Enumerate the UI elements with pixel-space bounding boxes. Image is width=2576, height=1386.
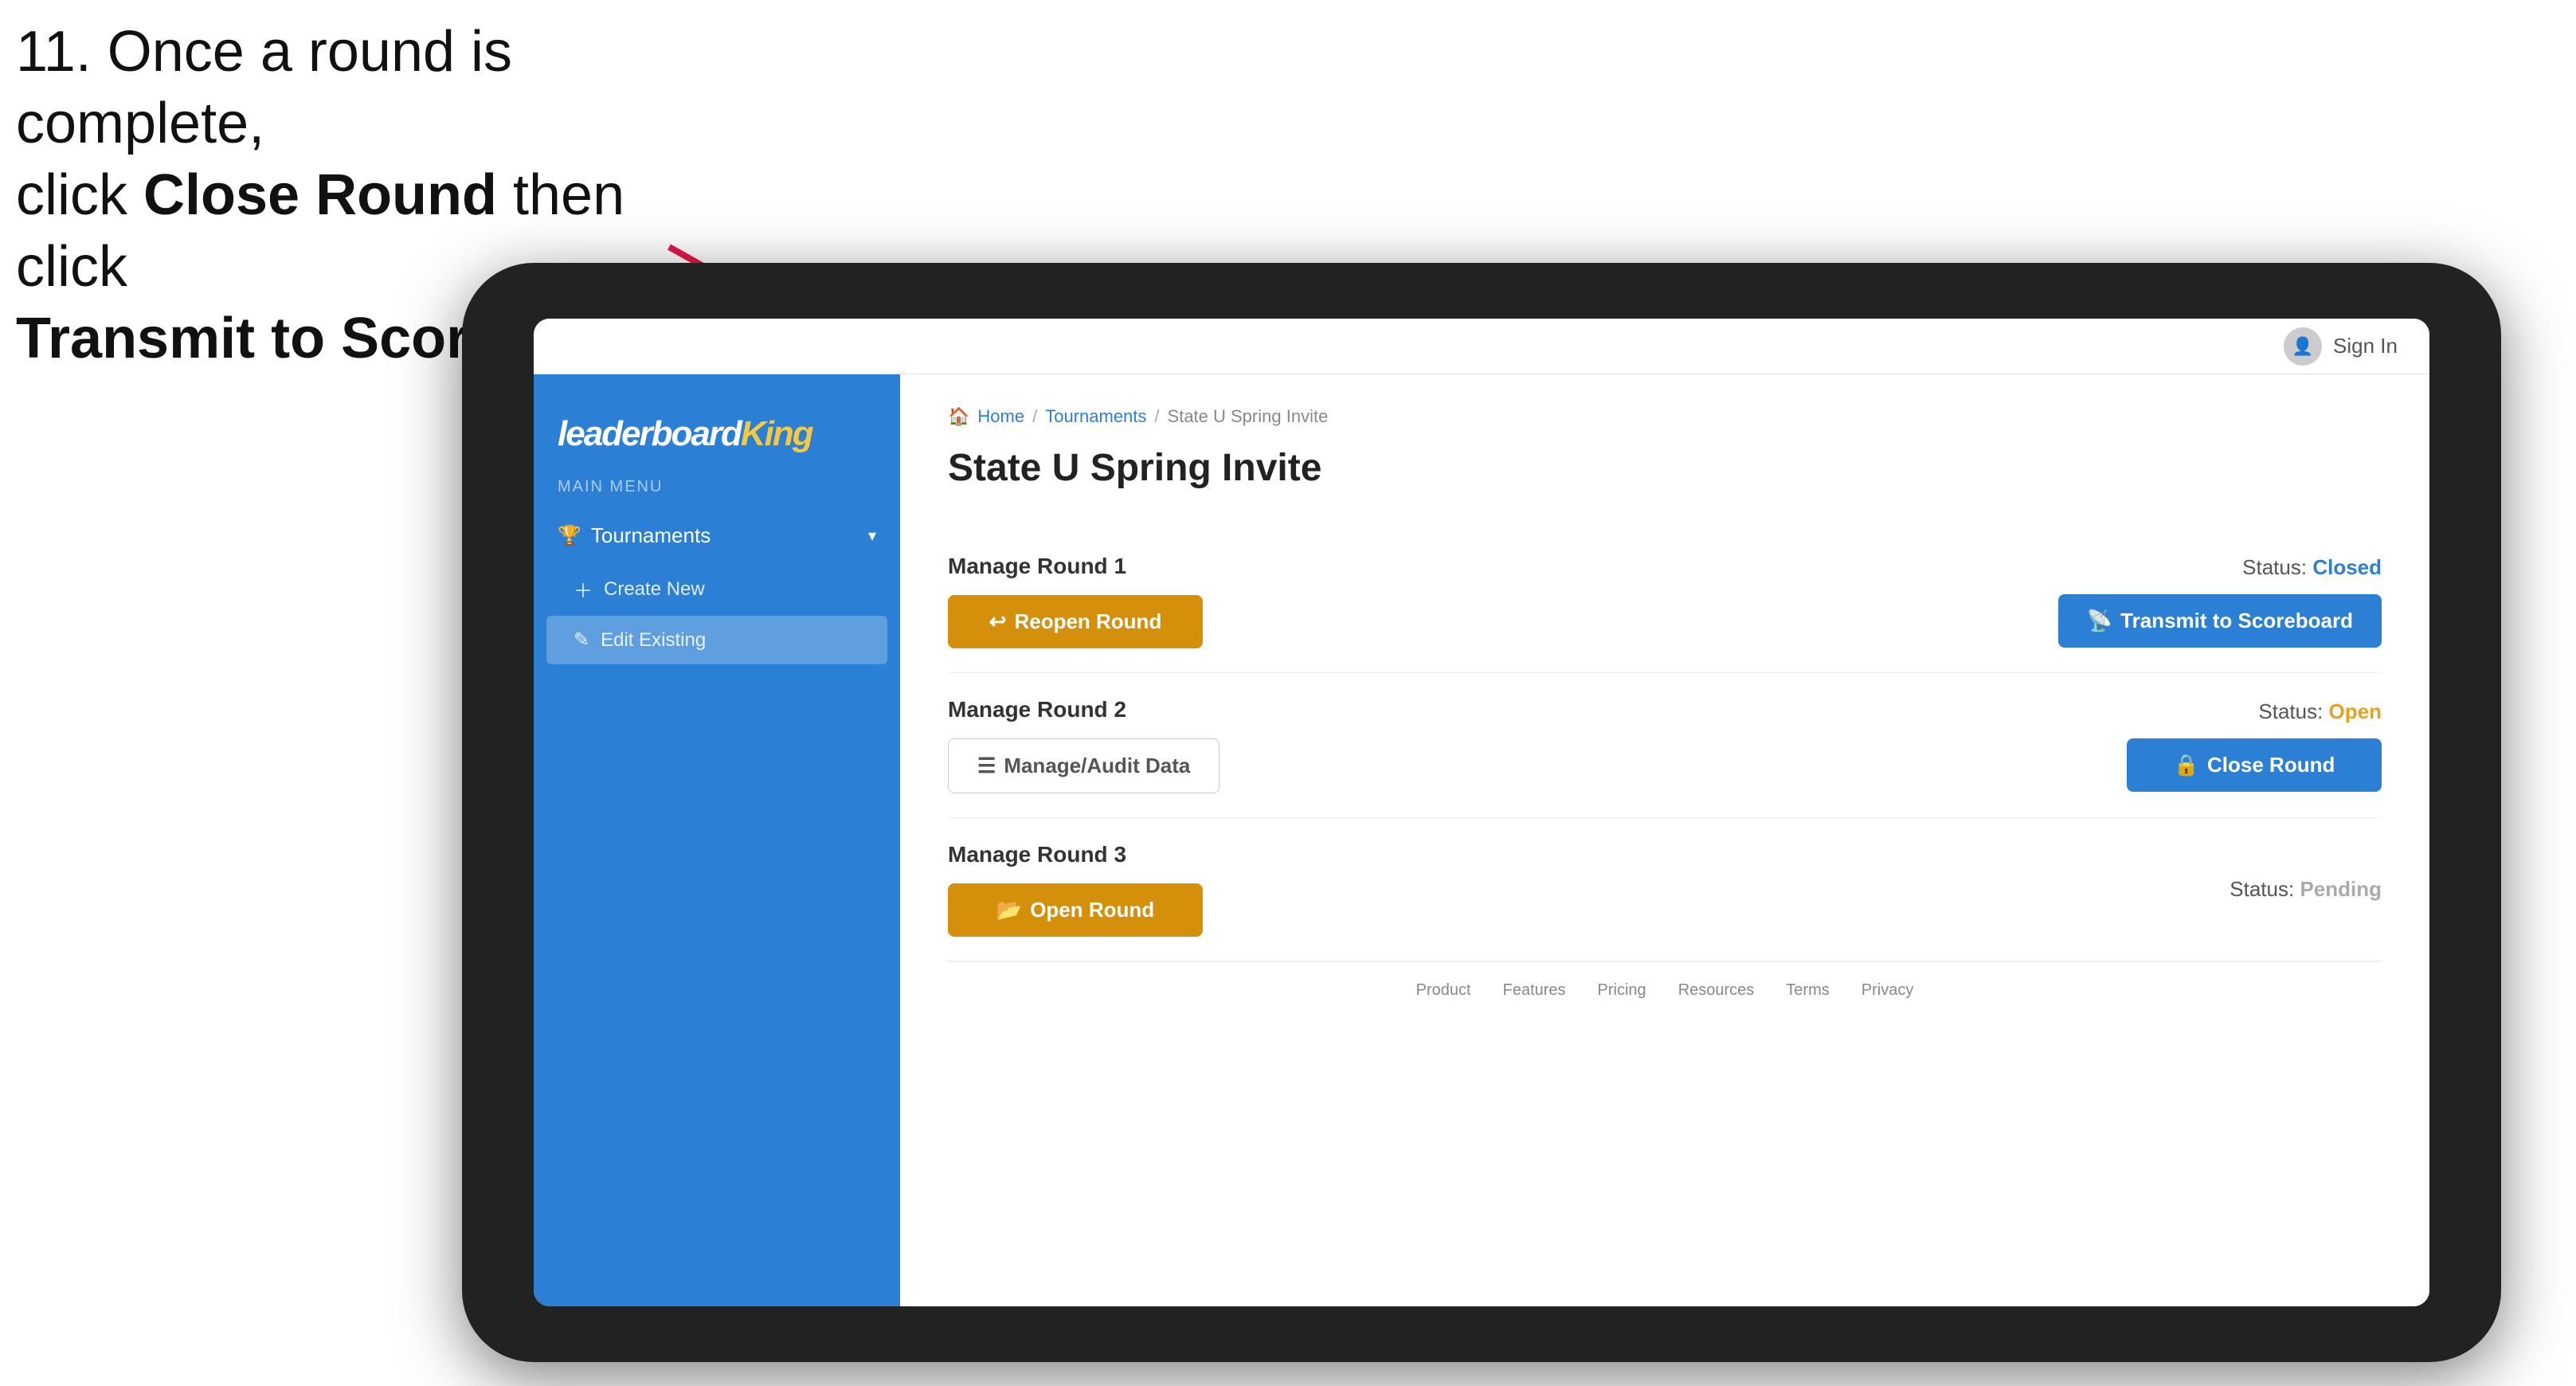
- transmit-to-scoreboard-button[interactable]: 📡 Transmit to Scoreboard: [2058, 594, 2382, 648]
- open-round-button[interactable]: 📂 Open Round: [948, 883, 1203, 937]
- transmit-icon: 📡: [2087, 609, 2112, 633]
- round-2-status: Status: Open: [2258, 699, 2382, 724]
- round-1-title: Manage Round 1: [948, 554, 1203, 579]
- top-bar: 👤 Sign In: [534, 319, 2429, 374]
- trophy-icon: 🏆: [558, 524, 581, 547]
- footer: Product Features Pricing Resources Terms…: [948, 961, 2382, 1019]
- tablet-device: 👤 Sign In leaderboardKing MAIN MENU 🏆 To…: [462, 263, 2501, 1362]
- round-3-status: Status: Pending: [2230, 877, 2382, 902]
- round-1-section: Manage Round 1 ↩ Reopen Round Status: Cl…: [948, 530, 2382, 673]
- avatar: 👤: [2284, 327, 2322, 366]
- instruction-line2: click: [16, 163, 143, 227]
- reopen-icon: ↩: [989, 609, 1007, 634]
- logo: leaderboardKing: [558, 414, 876, 454]
- sidebar: leaderboardKing MAIN MENU 🏆 Tournaments …: [534, 374, 900, 1306]
- footer-features[interactable]: Features: [1503, 981, 1566, 1000]
- open-icon: 📂: [996, 898, 1022, 922]
- round-2-right: Status: Open 🔒 Close Round: [2127, 699, 2382, 792]
- round-3-status-value: Pending: [2300, 877, 2382, 901]
- round-2-status-value: Open: [2329, 699, 2382, 723]
- main-area: leaderboardKing MAIN MENU 🏆 Tournaments …: [534, 374, 2429, 1306]
- footer-terms[interactable]: Terms: [1786, 981, 1829, 1000]
- footer-product[interactable]: Product: [1416, 981, 1471, 1000]
- instruction-bold1: Close Round: [143, 163, 497, 227]
- edit-icon: ✎: [574, 628, 589, 652]
- breadcrumb-home[interactable]: Home: [977, 406, 1024, 427]
- sign-in-label[interactable]: Sign In: [2333, 334, 2398, 358]
- close-round-label: Close Round: [2207, 753, 2335, 777]
- content-panel: 🏠 Home / Tournaments / State U Spring In…: [900, 374, 2429, 1306]
- reopen-round-button[interactable]: ↩ Reopen Round: [948, 595, 1203, 648]
- round-3-title: Manage Round 3: [948, 842, 1203, 867]
- round-1-status-value: Closed: [2312, 555, 2382, 579]
- sidebar-item-edit-existing[interactable]: ✎ Edit Existing: [546, 616, 887, 664]
- footer-privacy[interactable]: Privacy: [1862, 981, 1914, 1000]
- round-3-right: Status: Pending: [2230, 877, 2382, 902]
- breadcrumb-icon: 🏠: [948, 406, 969, 427]
- sidebar-submenu: ＋ Create New ✎ Edit Existing: [534, 562, 900, 664]
- round-1-right: Status: Closed 📡 Transmit to Scoreboard: [2058, 555, 2382, 648]
- edit-existing-label: Edit Existing: [601, 629, 706, 652]
- round-1-left: Manage Round 1 ↩ Reopen Round: [948, 554, 1203, 648]
- sign-in-area[interactable]: 👤 Sign In: [2284, 327, 2398, 366]
- breadcrumb-sep2: /: [1154, 406, 1159, 427]
- breadcrumb-sep1: /: [1032, 406, 1037, 427]
- sidebar-item-create-new[interactable]: ＋ Create New: [534, 562, 900, 616]
- logo-leaderboard: leaderboard: [558, 414, 741, 453]
- page-title: State U Spring Invite: [948, 446, 2382, 490]
- open-round-label: Open Round: [1030, 898, 1154, 922]
- breadcrumb: 🏠 Home / Tournaments / State U Spring In…: [948, 406, 2382, 427]
- round-2-left: Manage Round 2 ☰ Manage/Audit Data: [948, 697, 1219, 793]
- manage-audit-label: Manage/Audit Data: [1004, 754, 1190, 778]
- main-menu-label: MAIN MENU: [534, 478, 900, 509]
- create-new-label: Create New: [604, 578, 705, 601]
- manage-audit-data-button[interactable]: ☰ Manage/Audit Data: [948, 738, 1219, 793]
- round-1-status: Status: Closed: [2242, 555, 2382, 580]
- lock-icon: 🔒: [2174, 753, 2199, 777]
- logo-king: King: [741, 414, 812, 453]
- plus-icon: ＋: [574, 575, 593, 603]
- logo-area: leaderboardKing: [534, 398, 900, 478]
- round-2-title: Manage Round 2: [948, 697, 1219, 722]
- instruction-line1: 11. Once a round is complete,: [16, 20, 512, 155]
- sidebar-tournaments-label: Tournaments: [591, 523, 711, 548]
- footer-pricing[interactable]: Pricing: [1598, 981, 1646, 1000]
- sidebar-item-tournaments[interactable]: 🏆 Tournaments ▾: [534, 509, 900, 562]
- reopen-round-label: Reopen Round: [1014, 609, 1161, 634]
- chevron-down-icon: ▾: [868, 526, 876, 546]
- round-3-left: Manage Round 3 📂 Open Round: [948, 842, 1203, 937]
- footer-resources[interactable]: Resources: [1678, 981, 1755, 1000]
- transmit-scoreboard-label: Transmit to Scoreboard: [2120, 609, 2353, 633]
- round-2-section: Manage Round 2 ☰ Manage/Audit Data Statu…: [948, 673, 2382, 818]
- breadcrumb-tournaments[interactable]: Tournaments: [1045, 406, 1146, 427]
- round-3-section: Manage Round 3 📂 Open Round Status: Pend…: [948, 818, 2382, 961]
- audit-icon: ☰: [977, 754, 996, 778]
- tablet-screen: 👤 Sign In leaderboardKing MAIN MENU 🏆 To…: [534, 319, 2429, 1306]
- breadcrumb-current: State U Spring Invite: [1168, 406, 1329, 427]
- close-round-button[interactable]: 🔒 Close Round: [2127, 738, 2382, 792]
